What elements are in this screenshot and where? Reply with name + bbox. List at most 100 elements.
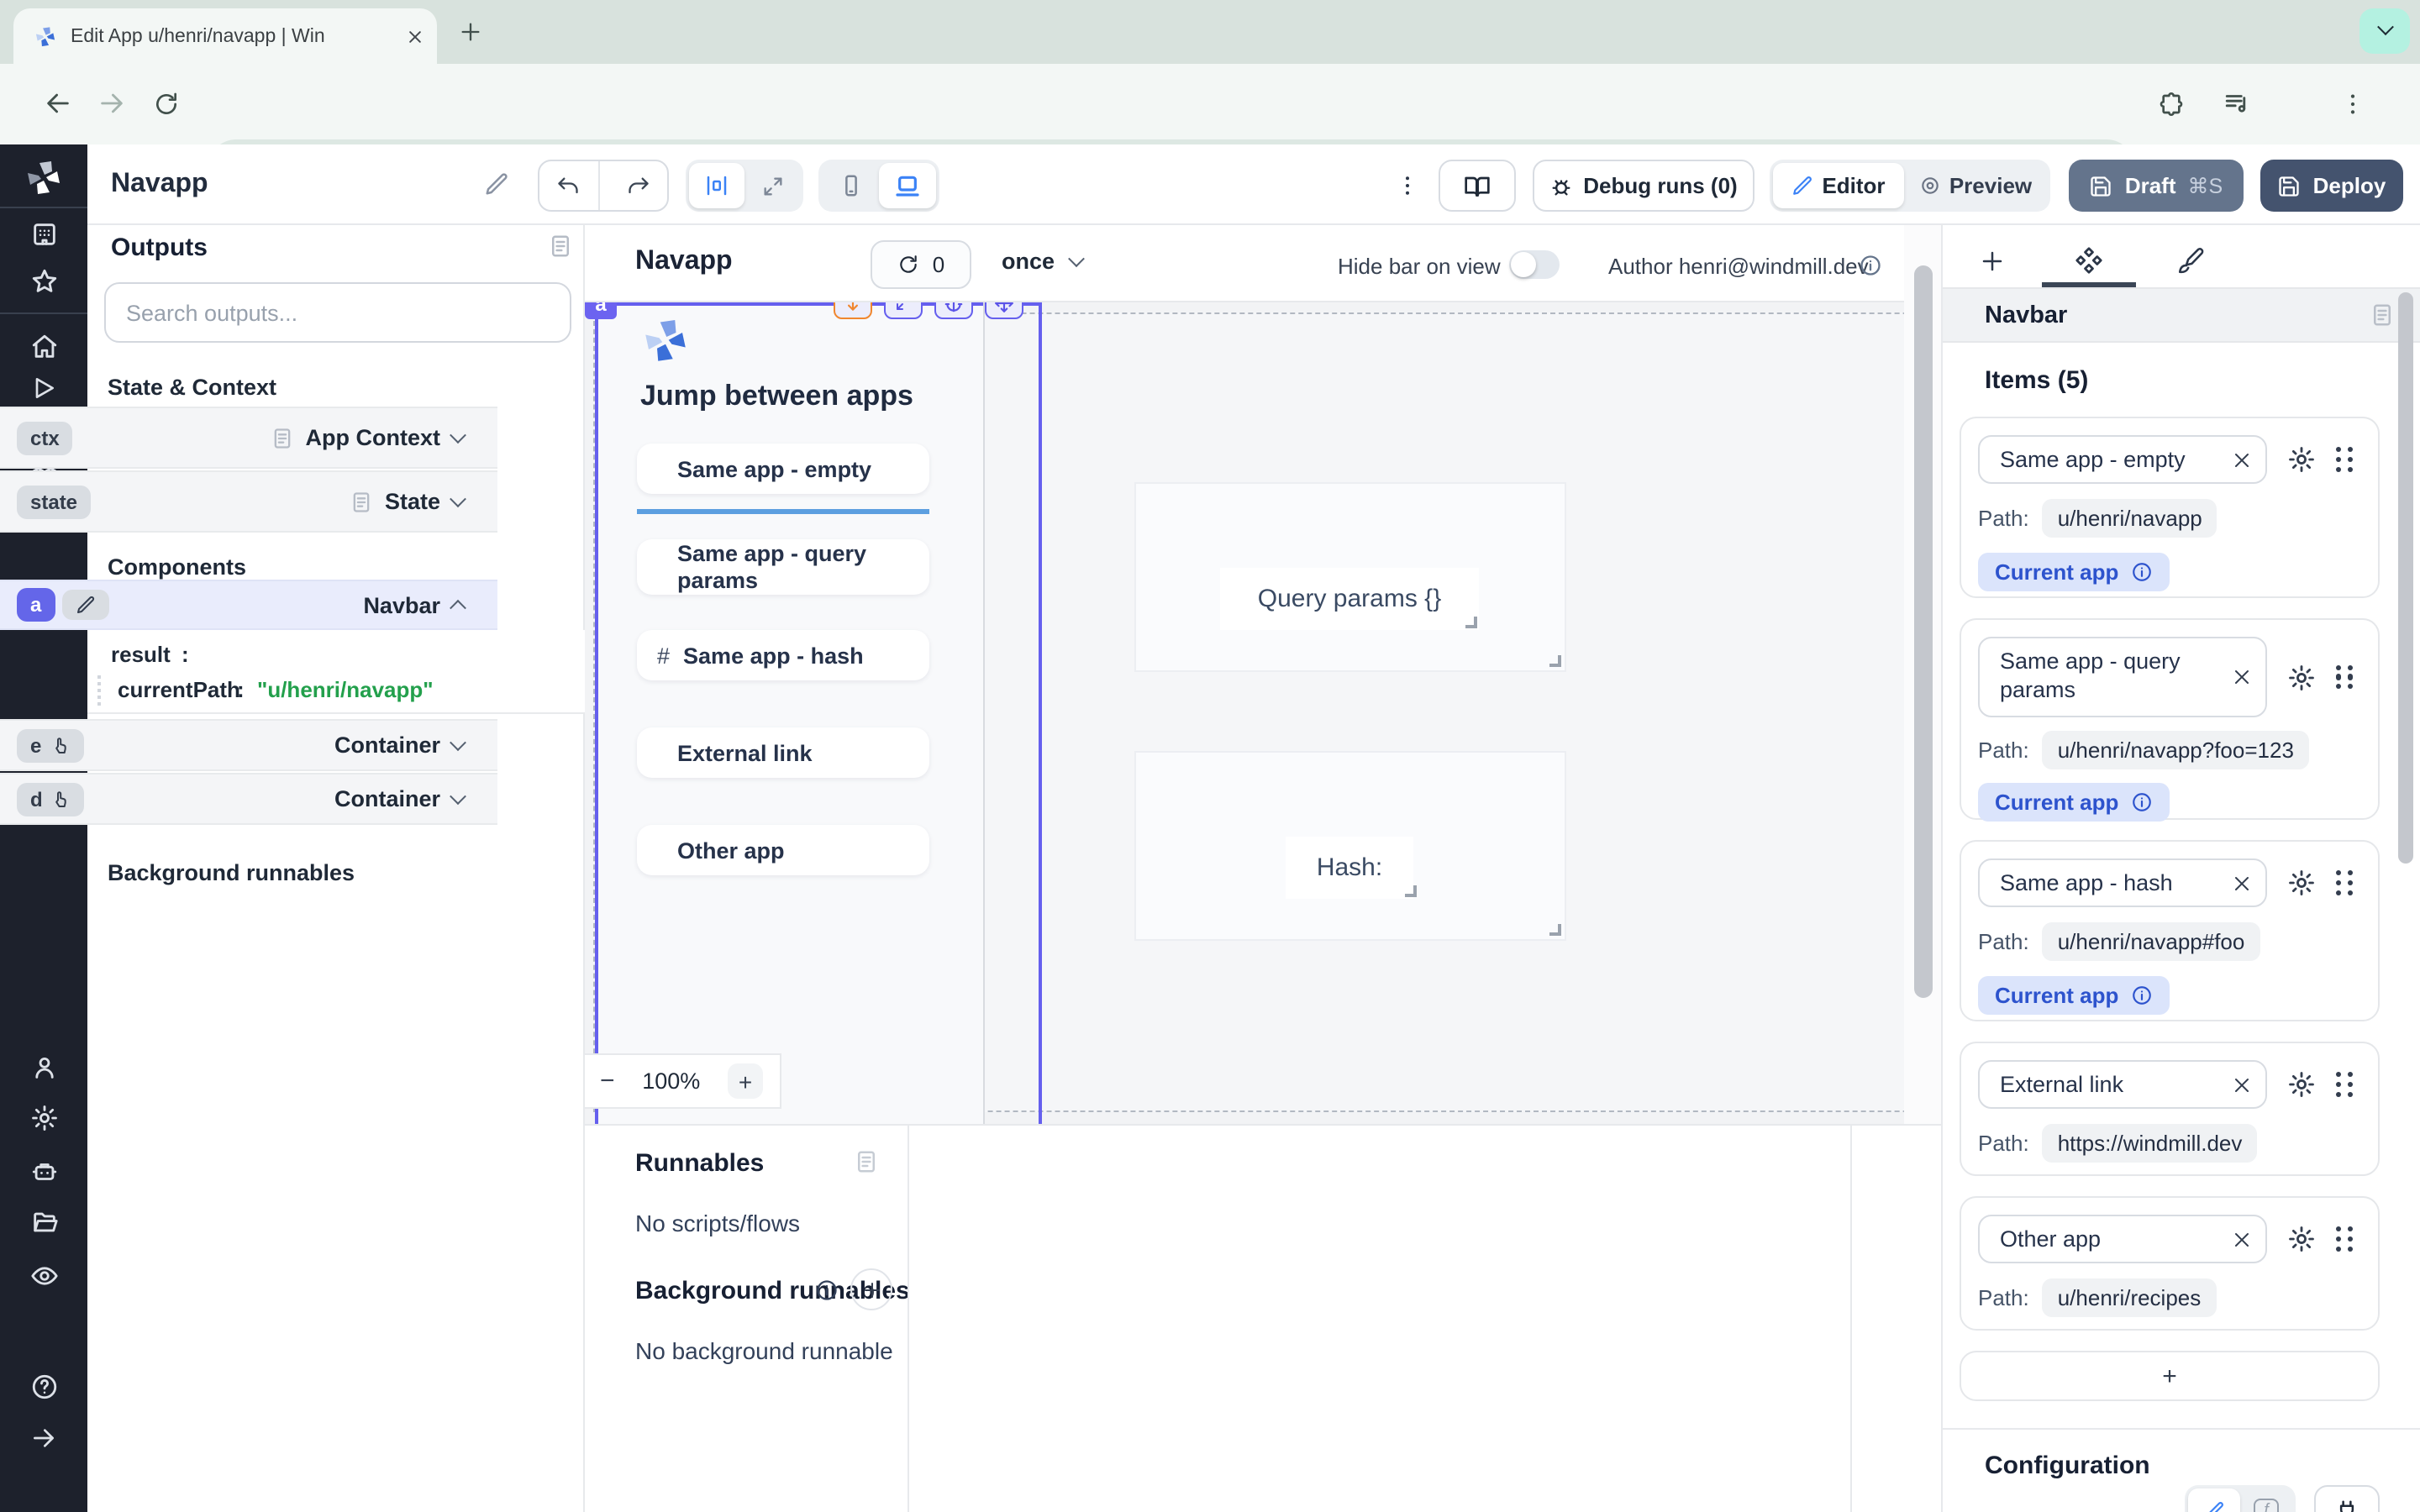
ctx-key-badge[interactable]: ctx <box>17 421 73 454</box>
item-label-input[interactable]: Other app <box>1978 1215 2267 1263</box>
item-path-value[interactable]: https://windmill.dev <box>2043 1124 2258 1163</box>
media-controls-icon[interactable] <box>2223 89 2252 118</box>
doc-icon[interactable] <box>350 490 373 513</box>
back-icon[interactable] <box>44 89 72 118</box>
resize-handle[interactable] <box>1465 617 1477 628</box>
nav-item-same-app-empty[interactable]: Same app - empty <box>637 444 929 494</box>
resize-handle[interactable] <box>1405 885 1417 897</box>
static-value-button[interactable] <box>2188 1488 2240 1512</box>
drag-handle-icon[interactable] <box>2336 447 2354 471</box>
sidebar-item-workspace[interactable] <box>0 220 87 249</box>
run-mode-select[interactable]: once <box>1002 249 1081 274</box>
hide-bar-toggle[interactable] <box>1509 250 1560 279</box>
navbar-component-surface[interactable] <box>597 302 983 1124</box>
expression-button[interactable]: f <box>2240 1488 2292 1512</box>
hash-text[interactable]: Hash: <box>1286 837 1413 899</box>
new-tab-icon[interactable] <box>459 20 482 44</box>
nav-item-query-params[interactable]: Same app - query params <box>637 539 929 595</box>
currentPath-value[interactable]: "u/henri/navapp" <box>257 677 434 702</box>
anchor-component-button[interactable] <box>934 302 973 319</box>
zoom-in-button[interactable]: + <box>728 1063 763 1099</box>
result-key[interactable]: result <box>111 642 171 667</box>
current-app-badge[interactable]: Current app <box>1978 553 2169 591</box>
navbar-component-row[interactable]: a Navbar <box>0 580 497 630</box>
clear-label-icon[interactable] <box>2232 873 2252 893</box>
rename-app-pencil-icon[interactable] <box>484 171 509 197</box>
search-outputs-input[interactable] <box>104 282 571 343</box>
drag-handle-icon[interactable] <box>2336 1072 2354 1096</box>
item-path-value[interactable]: u/henri/navapp <box>2043 499 2217 538</box>
sidebar-item-audit-logs[interactable] <box>0 1262 87 1290</box>
item-settings-gear-icon[interactable] <box>2287 663 2316 691</box>
browser-menu-icon[interactable] <box>2339 91 2366 118</box>
chevron-down-icon[interactable] <box>450 734 466 751</box>
item-label-input[interactable]: Same app - hash <box>1978 858 2267 907</box>
nav-item-external-link[interactable]: External link <box>637 727 929 778</box>
tab-editor[interactable]: Editor <box>1773 163 1904 208</box>
windmill-logo[interactable] <box>0 158 87 198</box>
query-params-container[interactable]: Query params {} <box>1134 482 1566 672</box>
chevron-up-icon[interactable] <box>450 599 466 616</box>
component-id-tag[interactable]: a <box>585 302 617 319</box>
chevron-down-icon[interactable] <box>450 788 466 805</box>
tab-close-icon[interactable] <box>407 28 424 45</box>
sidebar-item-settings[interactable] <box>0 1104 87 1132</box>
deploy-button[interactable]: Deploy <box>2260 160 2403 212</box>
container-e-badge[interactable]: e <box>17 728 83 762</box>
item-label-input[interactable]: External link <box>1978 1060 2267 1109</box>
item-label-input[interactable]: Same app - empty <box>1978 435 2267 484</box>
container-d-row[interactable]: d Container <box>0 773 497 825</box>
panel-scrollbar-thumb[interactable] <box>2398 292 2413 864</box>
reload-icon[interactable] <box>153 91 180 118</box>
app-canvas[interactable]: a Jump between apps Same app - empty Sam… <box>585 302 1904 1124</box>
navbar-id-badge[interactable]: a <box>17 588 55 622</box>
doc-icon[interactable] <box>271 426 294 449</box>
clear-label-icon[interactable] <box>2232 1074 2252 1095</box>
ctx-row[interactable]: ctx App Context <box>0 407 497 469</box>
container-e-row[interactable]: e Container <box>0 719 497 771</box>
panel-doc-icon[interactable] <box>2370 302 2395 328</box>
tab-add-component[interactable] <box>1966 239 2017 282</box>
tab-search-button[interactable] <box>2360 8 2410 54</box>
forward-icon[interactable] <box>97 89 126 118</box>
item-label-input[interactable]: Same app - query params <box>1978 637 2267 717</box>
item-settings-gear-icon[interactable] <box>2287 445 2316 474</box>
query-params-text[interactable]: Query params {} <box>1220 568 1479 630</box>
state-key-badge[interactable]: state <box>17 485 91 518</box>
item-settings-gear-icon[interactable] <box>2287 869 2316 897</box>
resize-handle[interactable] <box>1549 924 1561 936</box>
refresh-count-button[interactable]: 0 <box>871 240 971 289</box>
container-d-badge[interactable]: d <box>17 782 85 816</box>
sidebar-item-workers[interactable] <box>0 1158 87 1186</box>
mobile-view-button[interactable] <box>822 163 879 208</box>
fullscreen-component-button[interactable] <box>884 302 923 319</box>
move-component-button[interactable] <box>985 302 1023 319</box>
extensions-icon[interactable] <box>2158 91 2185 118</box>
drag-handle-icon[interactable] <box>2336 664 2354 689</box>
item-path-value[interactable]: u/henri/navapp?foo=123 <box>2043 731 2309 769</box>
item-path-value[interactable]: u/henri/navapp#foo <box>2043 922 2260 961</box>
chevron-down-icon[interactable] <box>450 427 466 444</box>
sidebar-item-users[interactable] <box>0 1053 87 1082</box>
item-settings-gear-icon[interactable] <box>2287 1225 2316 1253</box>
sidebar-item-runs[interactable] <box>0 375 87 402</box>
draft-button[interactable]: Draft ⌘S <box>2069 160 2244 212</box>
add-background-runnable-button[interactable] <box>850 1268 892 1310</box>
drag-handle-icon[interactable] <box>2336 870 2354 895</box>
current-app-badge[interactable]: Current app <box>1978 783 2169 822</box>
currentPath-key[interactable]: currentPath <box>118 677 240 702</box>
canvas-scrollbar-thumb[interactable] <box>1914 265 1933 998</box>
outputs-doc-icon[interactable] <box>548 234 573 259</box>
clear-label-icon[interactable] <box>2232 449 2252 470</box>
hash-container[interactable]: Hash: <box>1134 751 1566 941</box>
zoom-out-button[interactable]: − <box>600 1067 615 1095</box>
clear-label-icon[interactable] <box>2232 667 2252 687</box>
sidebar-expand-icon[interactable] <box>0 1425 87 1452</box>
chevron-down-icon[interactable] <box>450 491 466 507</box>
redo-button[interactable] <box>609 161 667 210</box>
drag-handle-icon[interactable] <box>2336 1226 2354 1251</box>
add-item-button[interactable]: + <box>1960 1351 2380 1401</box>
fill-height-button[interactable] <box>834 302 872 319</box>
item-settings-gear-icon[interactable] <box>2287 1070 2316 1099</box>
clear-label-icon[interactable] <box>2232 1229 2252 1249</box>
